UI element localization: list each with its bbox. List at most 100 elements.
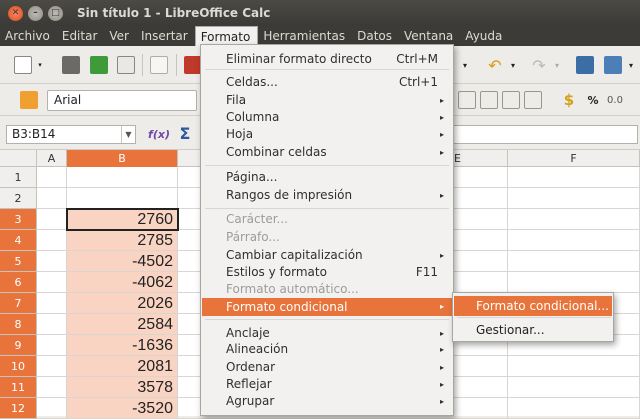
currency-icon[interactable]: $: [560, 91, 578, 109]
row-header[interactable]: 4: [0, 230, 37, 251]
menu-formato[interactable]: Formato: [194, 26, 259, 46]
column-header-a[interactable]: A: [37, 150, 67, 167]
cell-b[interactable]: -4062: [67, 272, 178, 293]
cell-b[interactable]: [67, 188, 178, 209]
percent-icon[interactable]: %: [584, 91, 602, 109]
submenu-item-manage[interactable]: Gestionar...: [454, 320, 612, 340]
cell-b[interactable]: -1636: [67, 335, 178, 356]
cell-b[interactable]: 2584: [67, 314, 178, 335]
cell-a[interactable]: [37, 272, 67, 293]
column-header-f[interactable]: F: [508, 150, 640, 167]
undo-icon[interactable]: ↶: [486, 56, 504, 75]
chevron-down-icon[interactable]: ▼: [121, 126, 135, 143]
email-icon[interactable]: [117, 56, 135, 74]
cell-b[interactable]: 2760: [67, 209, 178, 230]
hyperlink-icon[interactable]: [576, 56, 594, 74]
align-top-icon[interactable]: [502, 91, 520, 109]
menu-item-columna[interactable]: Columna ▸: [202, 109, 452, 126]
menu-item-reflejar[interactable]: Reflejar ▸: [202, 376, 452, 393]
cell-b[interactable]: 2081: [67, 356, 178, 377]
open-folder-icon[interactable]: [62, 56, 80, 74]
styles-icon[interactable]: [20, 91, 38, 109]
align-center-icon[interactable]: [524, 91, 542, 109]
cell-f[interactable]: [508, 209, 640, 230]
cell-f[interactable]: [508, 251, 640, 272]
cell-a[interactable]: [37, 335, 67, 356]
menu-item-fila[interactable]: Fila ▸: [202, 92, 452, 109]
cell-f[interactable]: [508, 167, 640, 188]
menu-ver[interactable]: Ver: [104, 26, 136, 46]
save-icon[interactable]: [90, 56, 108, 74]
menu-item-formato-condicional[interactable]: Formato condicional ▸: [202, 298, 452, 316]
align-justify-icon[interactable]: [458, 91, 476, 109]
row-header[interactable]: 11: [0, 377, 37, 398]
menu-item-ordenar[interactable]: Ordenar ▸: [202, 359, 452, 376]
menu-datos[interactable]: Datos: [352, 26, 399, 46]
cell-a[interactable]: [37, 356, 67, 377]
number-format-icon[interactable]: 0.0: [606, 91, 624, 109]
cell-a[interactable]: [37, 167, 67, 188]
cell-a[interactable]: [37, 251, 67, 272]
merge-cells-icon[interactable]: [480, 91, 498, 109]
sum-icon[interactable]: Σ: [176, 124, 194, 143]
redo-dropdown-icon[interactable]: ▾: [552, 56, 562, 74]
cell-f[interactable]: [508, 272, 640, 293]
row-header[interactable]: 5: [0, 251, 37, 272]
cell-b[interactable]: 2785: [67, 230, 178, 251]
find-icon[interactable]: [604, 56, 622, 74]
undo-dropdown-icon[interactable]: ▾: [508, 56, 518, 74]
dropdown-icon[interactable]: ▾: [460, 56, 470, 74]
menu-item-página[interactable]: Página...: [202, 169, 452, 186]
menu-item-rangos-de-impresión[interactable]: Rangos de impresión ▸: [202, 187, 452, 204]
cell-a[interactable]: [37, 188, 67, 209]
new-dropdown-icon[interactable]: ▾: [36, 56, 44, 74]
name-box[interactable]: B3:B14 ▼: [6, 125, 136, 144]
row-header[interactable]: 2: [0, 188, 37, 209]
submenu-item-conditional-format[interactable]: Formato condicional...: [454, 296, 612, 316]
cell-a[interactable]: [37, 230, 67, 251]
close-window-button[interactable]: ✕: [8, 5, 23, 21]
menu-herramientas[interactable]: Herramientas: [258, 26, 352, 46]
menu-item-eliminar-formato-directo[interactable]: Eliminar formato directo Ctrl+M: [202, 51, 452, 68]
menu-ventana[interactable]: Ventana: [399, 26, 460, 46]
menu-item-celdas[interactable]: Celdas... Ctrl+1: [202, 74, 452, 91]
cell-f[interactable]: [508, 230, 640, 251]
cell-b[interactable]: [67, 167, 178, 188]
menu-item-hoja[interactable]: Hoja ▸: [202, 126, 452, 143]
menu-ayuda[interactable]: Ayuda: [460, 26, 509, 46]
row-header[interactable]: 9: [0, 335, 37, 356]
row-header[interactable]: 7: [0, 293, 37, 314]
font-name-box[interactable]: Arial: [47, 90, 197, 111]
row-header[interactable]: 6: [0, 272, 37, 293]
menu-item-agrupar[interactable]: Agrupar ▸: [202, 393, 452, 410]
cell-f[interactable]: [508, 356, 640, 377]
cell-b[interactable]: 3578: [67, 377, 178, 398]
cell-a[interactable]: [37, 377, 67, 398]
cell-f[interactable]: [508, 188, 640, 209]
menu-item-estilos-y-formato[interactable]: Estilos y formato F11: [202, 264, 452, 281]
menu-item-combinar-celdas[interactable]: Combinar celdas ▸: [202, 144, 452, 161]
row-header[interactable]: 8: [0, 314, 37, 335]
redo-icon[interactable]: ↷: [530, 56, 548, 75]
row-header[interactable]: 1: [0, 167, 37, 188]
cell-f[interactable]: [508, 377, 640, 398]
menu-insertar[interactable]: Insertar: [136, 26, 195, 46]
cell-b[interactable]: 2026: [67, 293, 178, 314]
menu-item-anclaje[interactable]: Anclaje ▸: [202, 325, 452, 342]
cell-a[interactable]: [37, 209, 67, 230]
cell-a[interactable]: [37, 314, 67, 335]
cell-b[interactable]: -4502: [67, 251, 178, 272]
row-header[interactable]: 10: [0, 356, 37, 377]
maximize-window-button[interactable]: □: [48, 5, 63, 21]
menu-editar[interactable]: Editar: [57, 26, 105, 46]
column-header-b[interactable]: B: [67, 150, 178, 167]
edit-file-icon[interactable]: [150, 56, 168, 74]
select-all-corner[interactable]: [0, 150, 37, 167]
formula-input[interactable]: [452, 125, 638, 144]
row-header[interactable]: 3: [0, 209, 37, 230]
more-dropdown-icon[interactable]: ▾: [626, 56, 636, 74]
function-wizard-icon[interactable]: f(x): [148, 125, 170, 143]
minimize-window-button[interactable]: –: [28, 5, 43, 21]
new-document-icon[interactable]: [14, 56, 32, 74]
menu-archivo[interactable]: Archivo: [0, 26, 57, 46]
